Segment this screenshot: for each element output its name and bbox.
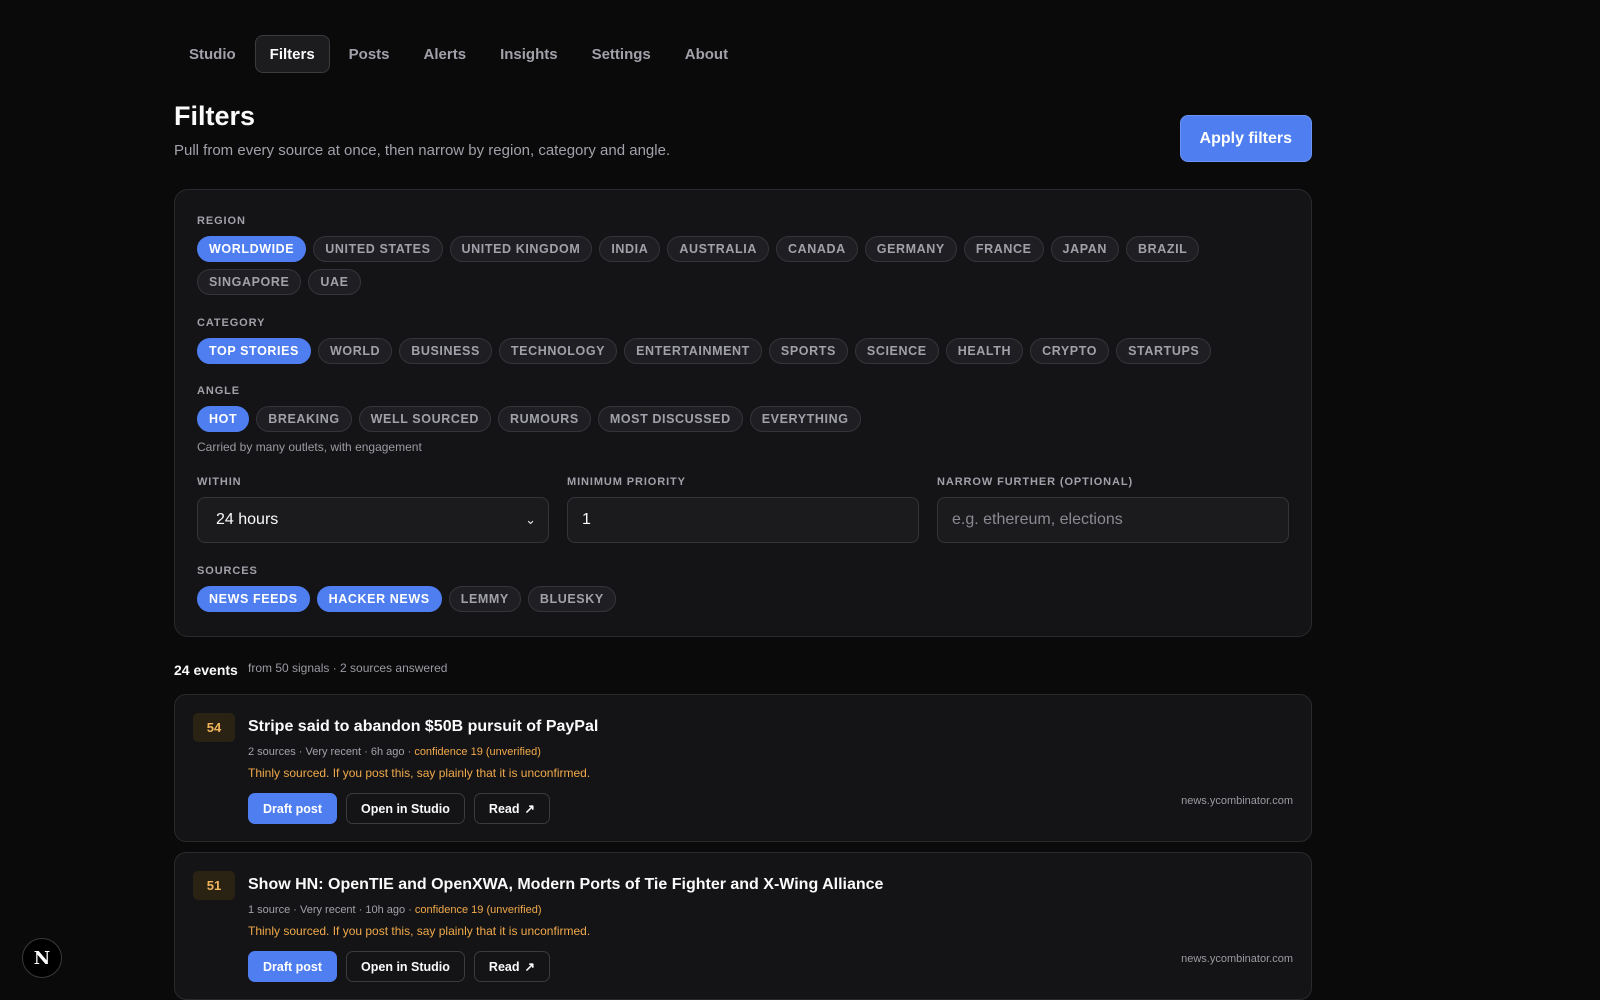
source-chip-news-feeds[interactable]: NEWS FEEDS (197, 586, 310, 612)
angle-description: Carried by many outlets, with engagement (197, 440, 422, 454)
narrow-input[interactable] (937, 497, 1289, 543)
source-chip-lemmy[interactable]: LEMMY (448, 586, 521, 612)
event-meta-text: 2 sources · Very recent · 6h ago · (248, 746, 415, 758)
category-chip-health[interactable]: HEALTH (945, 338, 1024, 364)
sourcing-warning: Thinly sourced. If you post this, say pl… (248, 924, 591, 938)
category-chip-science[interactable]: SCIENCE (854, 338, 939, 364)
external-link-icon: ↗ (524, 960, 535, 974)
open-in-studio-button[interactable]: Open in Studio (346, 793, 465, 824)
within-label: WITHIN (197, 476, 242, 488)
source-chip-bluesky[interactable]: BLUESKY (527, 586, 616, 612)
region-chip-united-kingdom[interactable]: UNITED KINGDOM (449, 236, 593, 262)
read-button[interactable]: Read ↗ (473, 951, 550, 982)
confidence-text: confidence 19 (unverified) (414, 746, 541, 758)
tab-settings[interactable]: Settings (577, 35, 666, 73)
event-title[interactable]: Show HN: OpenTIE and OpenXWA, Modern Por… (248, 876, 883, 894)
read-label: Read (488, 959, 520, 974)
sources-label: SOURCES (197, 565, 258, 577)
category-chip-technology[interactable]: TECHNOLOGY (498, 338, 618, 364)
source-domain: news.ycombinator.com (1181, 953, 1293, 965)
min-priority-input[interactable] (567, 497, 919, 543)
sources-chips: NEWS FEEDS HACKER NEWS LEMMY BLUESKY (197, 586, 1287, 612)
nextjs-logo-icon[interactable]: N (22, 938, 62, 978)
draft-post-button[interactable]: Draft post (248, 951, 338, 982)
results-meta: from 50 signals · 2 sources answered (248, 661, 448, 675)
narrow-label: NARROW FURTHER (OPTIONAL) (937, 476, 1134, 488)
top-nav: Studio Filters Posts Alerts Insights Set… (174, 35, 743, 73)
category-chips: TOP STORIES WORLD BUSINESS TECHNOLOGY EN… (197, 338, 1287, 364)
category-chip-top-stories[interactable]: TOP STORIES (197, 338, 311, 364)
open-in-studio-button[interactable]: Open in Studio (346, 951, 465, 982)
confidence-text: confidence 19 (unverified) (414, 904, 542, 916)
tab-about[interactable]: About (670, 35, 743, 73)
region-chip-australia[interactable]: AUSTRALIA (667, 236, 769, 262)
angle-chip-breaking[interactable]: BREAKING (256, 406, 352, 432)
tab-filters[interactable]: Filters (254, 35, 330, 73)
region-chip-germany[interactable]: GERMANY (864, 236, 957, 262)
region-chip-canada[interactable]: CANADA (775, 236, 858, 262)
region-chip-japan[interactable]: JAPAN (1050, 236, 1119, 262)
category-chip-business[interactable]: BUSINESS (399, 338, 492, 364)
read-label: Read (488, 801, 520, 816)
filters-panel: REGION WORLDWIDE UNITED STATES UNITED KI… (174, 189, 1312, 637)
event-card: 51 Show HN: OpenTIE and OpenXWA, Modern … (174, 852, 1312, 1000)
external-link-icon: ↗ (524, 802, 535, 816)
event-meta: 1 source · Very recent · 10h ago · confi… (248, 904, 542, 916)
draft-post-button[interactable]: Draft post (248, 793, 338, 824)
priority-score: 51 (193, 871, 235, 900)
category-chip-entertainment[interactable]: ENTERTAINMENT (624, 338, 762, 364)
region-chip-worldwide[interactable]: WORLDWIDE (197, 236, 307, 262)
region-label: REGION (197, 215, 246, 227)
event-meta-text: 1 source · Very recent · 10h ago · (248, 904, 415, 916)
region-chip-india[interactable]: INDIA (599, 236, 661, 262)
region-chips: WORLDWIDE UNITED STATES UNITED KINGDOM I… (197, 236, 1277, 295)
angle-chip-hot[interactable]: HOT (197, 406, 250, 432)
event-actions: Draft post Open in Studio Read ↗ (248, 793, 550, 824)
category-label: CATEGORY (197, 317, 266, 329)
apply-filters-button[interactable]: Apply filters (1179, 115, 1312, 162)
event-actions: Draft post Open in Studio Read ↗ (248, 951, 550, 982)
angle-chip-rumours[interactable]: RUMOURS (498, 406, 591, 432)
source-domain: news.ycombinator.com (1181, 795, 1293, 807)
event-meta: 2 sources · Very recent · 6h ago · confi… (248, 746, 541, 758)
page-title: Filters (174, 101, 256, 131)
read-button[interactable]: Read ↗ (473, 793, 550, 824)
results-count: 24 events (174, 662, 238, 678)
region-chip-united-states[interactable]: UNITED STATES (313, 236, 443, 262)
region-chip-brazil[interactable]: BRAZIL (1125, 236, 1200, 262)
chevron-down-icon: ⌄ (525, 512, 536, 527)
priority-score: 54 (193, 713, 235, 742)
region-chip-uae[interactable]: UAE (308, 269, 361, 295)
tab-studio[interactable]: Studio (174, 35, 251, 73)
angle-chip-well-sourced[interactable]: WELL SOURCED (358, 406, 492, 432)
source-chip-hacker-news[interactable]: HACKER NEWS (316, 586, 442, 612)
region-chip-singapore[interactable]: SINGAPORE (197, 269, 302, 295)
min-priority-label: MINIMUM PRIORITY (567, 476, 686, 488)
category-chip-world[interactable]: WORLD (317, 338, 393, 364)
tab-posts[interactable]: Posts (334, 35, 405, 73)
region-chip-france[interactable]: FRANCE (963, 236, 1044, 262)
tab-alerts[interactable]: Alerts (409, 35, 482, 73)
category-chip-startups[interactable]: STARTUPS (1116, 338, 1212, 364)
sourcing-warning: Thinly sourced. If you post this, say pl… (248, 766, 591, 780)
angle-chips: HOT BREAKING WELL SOURCED RUMOURS MOST D… (197, 406, 1287, 432)
angle-chip-most-discussed[interactable]: MOST DISCUSSED (597, 406, 743, 432)
event-title[interactable]: Stripe said to abandon $50B pursuit of P… (248, 718, 598, 736)
angle-chip-everything[interactable]: EVERYTHING (749, 406, 861, 432)
within-select[interactable]: 24 hours ⌄ (197, 497, 549, 543)
angle-label: ANGLE (197, 385, 240, 397)
category-chip-sports[interactable]: SPORTS (768, 338, 848, 364)
category-chip-crypto[interactable]: CRYPTO (1030, 338, 1110, 364)
event-card: 54 Stripe said to abandon $50B pursuit o… (174, 694, 1312, 842)
tab-insights[interactable]: Insights (485, 35, 573, 73)
page-subtitle: Pull from every source at once, then nar… (174, 142, 671, 159)
within-value: 24 hours (216, 511, 279, 528)
